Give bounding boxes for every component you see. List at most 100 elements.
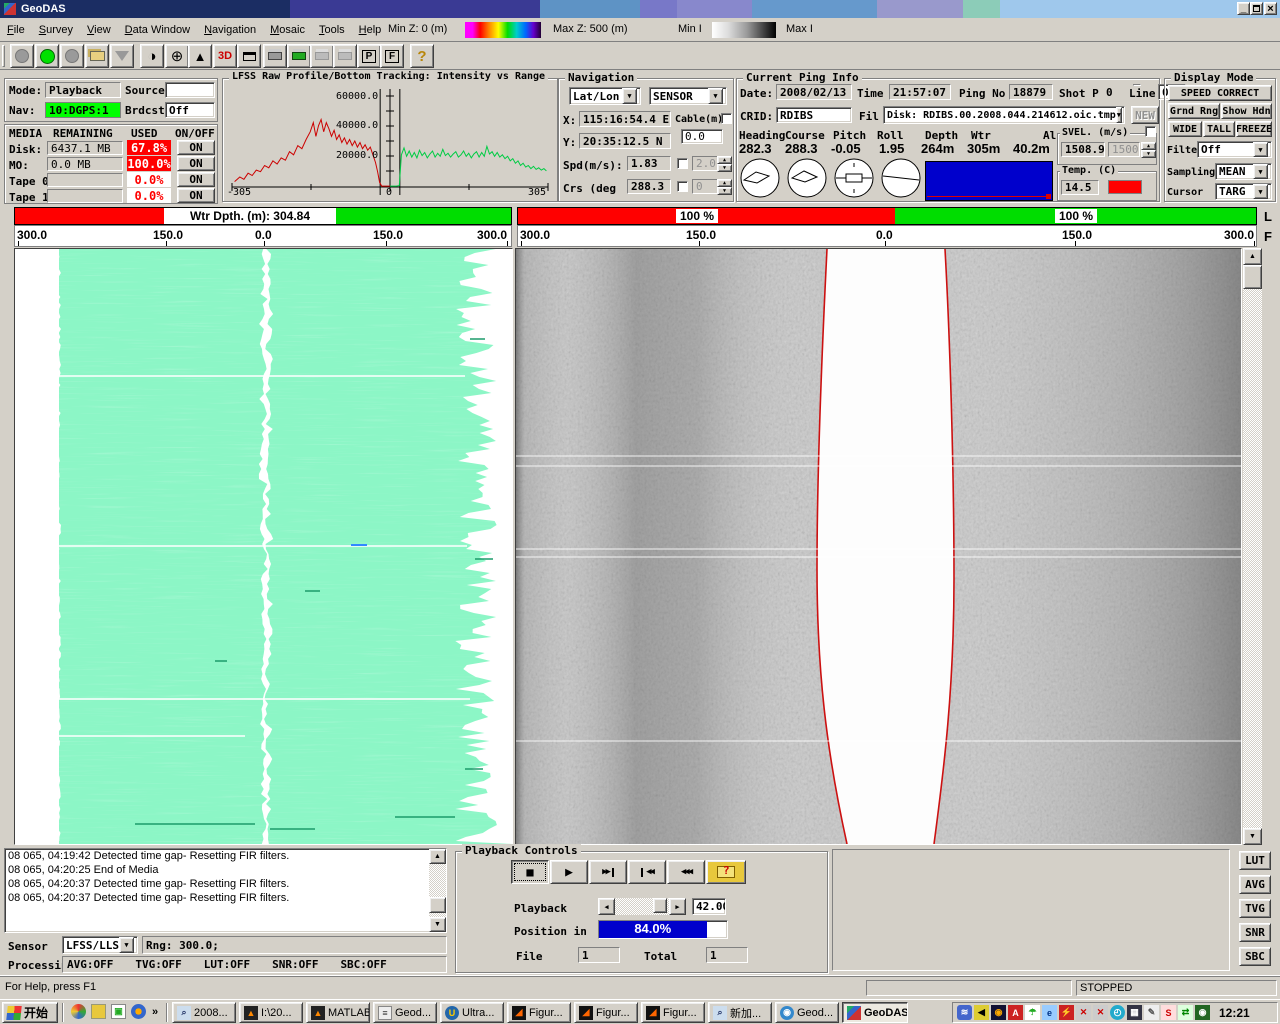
chevron-down-icon[interactable]: ▼ [622,88,637,104]
quicklaunch-media-icon[interactable] [71,1004,86,1019]
sensor-combo[interactable]: LFSS/LLS▼ [62,936,138,954]
scroll-down-icon[interactable]: ▼ [1243,828,1262,845]
quicklaunch-editor-icon[interactable]: ▣ [111,1004,126,1019]
media-row-on-button[interactable]: ON [177,156,215,171]
media-row-on-button[interactable]: ON [177,188,215,203]
slider-track[interactable] [615,898,669,915]
menu-mosaic[interactable]: Mosaic [263,22,312,38]
task-button-figure2[interactable]: ◢Figur... [574,1002,638,1023]
snr-button[interactable]: SNR [1239,923,1271,942]
cable-checkbox[interactable] [721,113,732,124]
playback-speed-value[interactable]: 42.00 [692,898,726,915]
fast-forward-button[interactable]: ▶▶ [589,860,627,884]
open-file-button[interactable] [85,44,109,68]
svel-spinner[interactable]: ▲▼ [1141,142,1156,157]
new-button[interactable]: NEW [1131,106,1159,124]
quicklaunch-player-icon[interactable] [131,1004,146,1019]
task-button-figure3[interactable]: ◢Figur... [641,1002,705,1023]
play-playback-button[interactable]: ▶ [550,860,588,884]
coord-mode-combo[interactable]: Lat/Lon▼ [569,87,641,105]
svel-alt-value[interactable]: 1500. [1108,142,1140,157]
start-button[interactable]: 开始 [2,1002,58,1023]
tray-signal-icon[interactable]: ◉ [991,1005,1006,1020]
chevron-down-icon[interactable]: ▼ [708,88,723,104]
tray-volume-icon[interactable]: ◀ [974,1005,989,1020]
skip-to-start-button[interactable]: ◀◀ [628,860,666,884]
tray-cpu-icon[interactable]: ≋ [957,1005,972,1020]
tray-sygate-icon[interactable]: S [1161,1005,1176,1020]
slider-thumb[interactable] [653,898,667,913]
spd-alt-value[interactable]: 2.0 [692,156,718,171]
brdcst-value[interactable]: Off [165,102,215,118]
speed-correct-button[interactable]: SPEED CORRECT [1168,85,1272,101]
scrollbar-thumb[interactable] [1243,265,1262,289]
playback-speed-slider[interactable]: ◀ ▶ [598,898,686,915]
media-row-on-button[interactable]: ON [177,172,215,187]
scroll-up-icon[interactable]: ▲ [429,849,446,864]
grnd-rng-button[interactable]: Grnd Rng [1168,103,1220,119]
sampling-combo[interactable]: MEAN▼ [1215,163,1272,180]
menu-view[interactable]: View [80,22,118,38]
scroll-down-icon[interactable]: ▼ [429,917,446,932]
lut-button[interactable]: LUT [1239,851,1271,870]
play-button[interactable] [35,44,59,68]
avg-button[interactable]: AVG [1239,875,1271,894]
tray-disconnect-icon[interactable]: ✕ [1076,1005,1091,1020]
restore-button[interactable] [1250,2,1263,15]
tray-ati-icon[interactable]: A [1008,1005,1023,1020]
chevron-down-icon[interactable]: ▼ [119,937,134,953]
record-button[interactable] [10,44,34,68]
stop-playback-button[interactable]: ■ [511,860,549,884]
sbc-button[interactable]: SBC [1239,947,1271,966]
task-button-geodas-active[interactable]: GeoDAS [842,1002,908,1023]
menu-tools[interactable]: Tools [312,22,352,38]
close-button[interactable]: × [1264,2,1277,15]
slider-right-icon[interactable]: ▶ [669,898,686,915]
menu-data-window[interactable]: Data Window [118,22,197,38]
view-3d-button[interactable]: 3D [213,44,237,68]
svel-checkbox[interactable] [1145,126,1156,137]
terrain-button[interactable]: ▲ [188,44,212,68]
target-button[interactable]: ⊕ [165,44,189,68]
menu-file[interactable]: File [0,22,32,38]
task-button-matlab[interactable]: ▲MATLAB [306,1002,370,1023]
print-preview-button[interactable] [287,44,311,68]
rewind-button[interactable]: ◀◀◀ [667,860,705,884]
tvg-button[interactable]: TVG [1239,899,1271,918]
tall-button[interactable]: TALL [1203,121,1235,137]
minimize-button[interactable]: _ [1237,2,1250,15]
task-button-geod1[interactable]: ≡Geod... [373,1002,437,1023]
task-button-i20[interactable]: ▲I:\20... [239,1002,303,1023]
window-view-button[interactable] [237,44,261,68]
print-button[interactable] [263,44,287,68]
tray-power-icon[interactable]: ⚡ [1059,1005,1074,1020]
log-scrollbar[interactable]: ▲ ▼ [429,849,446,932]
crs-checkbox[interactable] [677,181,688,192]
chevron-down-icon[interactable]: ▼ [1253,142,1268,157]
tray-disconnect-icon[interactable]: ✕ [1093,1005,1108,1020]
chevron-down-icon[interactable]: ▼ [1116,107,1122,123]
task-button-2008[interactable]: ⌕2008... [172,1002,236,1023]
waterfall-scrollbar[interactable]: ▲ ▼ [1243,248,1262,845]
load-file-button[interactable]: ? [706,860,746,884]
task-button-xinjia[interactable]: ⌕新加... [708,1002,772,1023]
task-button-ultraedit[interactable]: UUltra... [440,1002,504,1023]
p-tool-button[interactable]: P [357,44,381,68]
cursor-combo[interactable]: TARG▼ [1215,183,1272,200]
globe-button[interactable]: ◑ [140,44,164,68]
spd-checkbox[interactable] [677,158,688,169]
tray-umbrella-icon[interactable]: ☂ [1025,1005,1040,1020]
print-setup-button[interactable] [310,44,334,68]
tray-eye-icon[interactable]: ◉ [1195,1005,1210,1020]
help-button[interactable]: ? [410,44,434,68]
spd-spinner[interactable]: ▲▼ [717,156,732,171]
tray-globe-icon[interactable]: ◴ [1110,1005,1125,1020]
sidescan-waterfall[interactable] [515,248,1242,845]
tray-ie-icon[interactable]: e [1042,1005,1057,1020]
cable-value[interactable]: 0.0 [681,129,723,144]
chevron-down-icon[interactable]: ▼ [1253,184,1268,199]
scroll-up-icon[interactable]: ▲ [1243,248,1262,265]
crid-value[interactable]: RDIBS [776,107,852,123]
nav-source-combo[interactable]: SENSOR▼ [649,87,727,105]
show-hdn-button[interactable]: Show Hdn [1221,103,1272,119]
